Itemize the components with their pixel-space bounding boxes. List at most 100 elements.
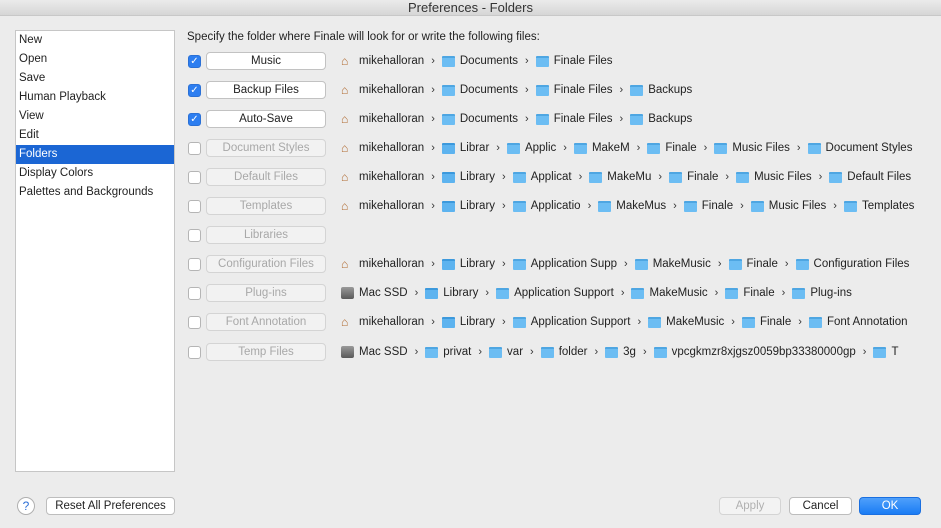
path-segment[interactable]: ⌂ mikehalloran xyxy=(341,142,424,154)
path-segment[interactable]: Configuration Files xyxy=(795,258,909,270)
path-segment[interactable]: ⌂ mikehalloran xyxy=(341,55,424,67)
auto-save-button[interactable]: Auto-Save xyxy=(206,110,326,128)
font-annotation-checkbox[interactable] xyxy=(188,315,201,329)
ok-button[interactable]: OK xyxy=(859,497,921,515)
temp-files-button[interactable]: Temp Files xyxy=(206,343,326,361)
path-segment[interactable]: Finale xyxy=(728,258,778,270)
path-control[interactable]: ⌂ mikehalloran › Library › Applicat › MakeMu › Fi… xyxy=(341,171,911,183)
cancel-button[interactable]: Cancel xyxy=(789,497,852,515)
configuration-files-checkbox[interactable] xyxy=(188,257,201,271)
path-segment[interactable]: privat xyxy=(425,346,471,358)
path-segment[interactable]: ⌂ mikehalloran xyxy=(341,316,424,328)
path-segment[interactable]: Finale xyxy=(683,200,733,212)
libraries-button[interactable]: Libraries xyxy=(206,226,326,244)
sidebar-item-palettes-and-backgrounds[interactable]: Palettes and Backgrounds xyxy=(16,183,174,202)
path-segment[interactable]: Finale xyxy=(669,171,718,183)
path-control[interactable]: Mac SSD › Library › Application Support › Make… xyxy=(341,287,852,299)
sidebar-item-folders[interactable]: Folders xyxy=(16,145,174,164)
path-segment[interactable]: MakeMusic xyxy=(634,258,711,270)
path-segment[interactable]: Finale xyxy=(647,142,697,154)
sidebar-item-save[interactable]: Save xyxy=(16,69,174,88)
sidebar-item-edit[interactable]: Edit xyxy=(16,126,174,145)
sidebar-item-open[interactable]: Open xyxy=(16,50,174,69)
sidebar-item-human-playback[interactable]: Human Playback xyxy=(16,88,174,107)
reset-all-preferences-button[interactable]: Reset All Preferences xyxy=(46,497,175,515)
path-segment[interactable]: Finale xyxy=(725,287,775,299)
path-segment[interactable]: ⌂ mikehalloran xyxy=(341,84,424,96)
path-segment[interactable]: MakeMusic xyxy=(631,287,708,299)
backup-files-button[interactable]: Backup Files xyxy=(206,81,326,99)
temp-files-checkbox[interactable] xyxy=(188,345,201,359)
path-segment[interactable]: Templates xyxy=(843,200,914,212)
default-files-button[interactable]: Default Files xyxy=(206,168,326,186)
path-control[interactable]: ⌂ mikehalloran › Documents › Finale Files › Bac… xyxy=(341,113,692,125)
path-segment[interactable]: Applicat xyxy=(512,171,572,183)
path-segment[interactable]: Finale xyxy=(741,316,791,328)
path-segment[interactable]: Font Annotation xyxy=(808,316,908,328)
path-segment[interactable]: ⌂ mikehalloran xyxy=(341,171,424,183)
path-segment[interactable]: T xyxy=(873,346,898,358)
path-segment[interactable]: ⌂ mikehalloran xyxy=(341,258,424,270)
path-segment[interactable]: Documents xyxy=(441,113,518,125)
document-styles-checkbox[interactable] xyxy=(188,141,201,155)
path-segment[interactable]: Default Files xyxy=(829,171,911,183)
path-segment[interactable]: Music Files xyxy=(736,171,812,183)
path-control[interactable]: ⌂ mikehalloran › Documents › Finale Files xyxy=(341,55,613,67)
path-control[interactable]: Mac SSD › privat › var › folder › 3g › vpcgkmzr8xj… xyxy=(341,346,898,358)
apply-button[interactable]: Apply xyxy=(719,497,781,515)
help-button[interactable]: ? xyxy=(17,497,35,515)
path-segment[interactable]: Library xyxy=(441,258,495,270)
path-control[interactable]: ⌂ mikehalloran › Documents › Finale Files › Bac… xyxy=(341,84,692,96)
libraries-checkbox[interactable] xyxy=(188,228,201,242)
path-control[interactable]: ⌂ mikehalloran › Librar › Applic › MakeM › Finale… xyxy=(341,142,912,154)
path-segment[interactable]: Backups xyxy=(630,84,692,96)
sidebar-item-display-colors[interactable]: Display Colors xyxy=(16,164,174,183)
sidebar-item-new[interactable]: New xyxy=(16,31,174,50)
path-segment[interactable]: var xyxy=(489,346,523,358)
configuration-files-button[interactable]: Configuration Files xyxy=(206,255,326,273)
path-segment[interactable]: ⌂ mikehalloran xyxy=(341,200,424,212)
path-segment[interactable]: Applicatio xyxy=(512,200,581,212)
plug-ins-checkbox[interactable] xyxy=(188,286,201,300)
music-checkbox[interactable]: ✓ xyxy=(188,54,201,68)
path-segment[interactable]: Library xyxy=(441,171,495,183)
path-segment[interactable]: Document Styles xyxy=(807,142,912,154)
path-segment[interactable]: vpcgkmzr8xjgsz0059bp33380000gp xyxy=(653,346,856,358)
path-segment[interactable]: Finale Files xyxy=(535,84,613,96)
path-segment[interactable]: Applic xyxy=(506,142,556,154)
music-button[interactable]: Music xyxy=(206,52,326,70)
auto-save-checkbox[interactable]: ✓ xyxy=(188,112,201,126)
font-annotation-button[interactable]: Font Annotation xyxy=(206,313,326,331)
path-segment[interactable]: Mac SSD xyxy=(341,287,408,299)
document-styles-button[interactable]: Document Styles xyxy=(206,139,326,157)
path-segment[interactable]: Library xyxy=(441,200,495,212)
path-segment[interactable]: Finale Files xyxy=(535,113,613,125)
plug-ins-button[interactable]: Plug-ins xyxy=(206,284,326,302)
default-files-checkbox[interactable] xyxy=(188,170,201,184)
path-control[interactable]: ⌂ mikehalloran › Library › Application Suppor… xyxy=(341,316,908,328)
path-segment[interactable]: Mac SSD xyxy=(341,346,408,358)
path-segment[interactable]: Music Files xyxy=(750,200,826,212)
path-segment[interactable]: Library xyxy=(425,287,478,299)
path-segment[interactable]: folder xyxy=(540,346,587,358)
path-control[interactable]: ⌂ mikehalloran › Library › Applicatio › MakeMus… xyxy=(341,200,914,212)
path-segment[interactable]: Documents xyxy=(441,84,518,96)
path-segment[interactable]: MakeMu xyxy=(589,171,651,183)
path-segment[interactable]: Application Supp xyxy=(512,258,617,270)
path-segment[interactable]: MakeM xyxy=(573,142,630,154)
path-segment[interactable]: Documents xyxy=(441,55,518,67)
path-segment[interactable]: Application Support xyxy=(512,316,630,328)
path-segment[interactable]: Plug-ins xyxy=(792,287,852,299)
path-segment[interactable]: Library xyxy=(441,316,495,328)
templates-checkbox[interactable] xyxy=(188,199,201,213)
backup-files-checkbox[interactable]: ✓ xyxy=(188,83,201,97)
path-segment[interactable]: MakeMusic xyxy=(648,316,724,328)
category-list[interactable]: New Open Save Human Playback View Edit Folders… xyxy=(15,30,175,472)
path-segment[interactable]: Backups xyxy=(630,113,692,125)
path-segment[interactable]: ⌂ mikehalloran xyxy=(341,113,424,125)
path-segment[interactable]: MakeMus xyxy=(598,200,666,212)
sidebar-item-view[interactable]: View xyxy=(16,107,174,126)
path-segment[interactable]: Music Files xyxy=(714,142,790,154)
path-control[interactable]: ⌂ mikehalloran › Library › Application Supp › M… xyxy=(341,258,909,270)
path-segment[interactable]: Librar xyxy=(441,142,489,154)
